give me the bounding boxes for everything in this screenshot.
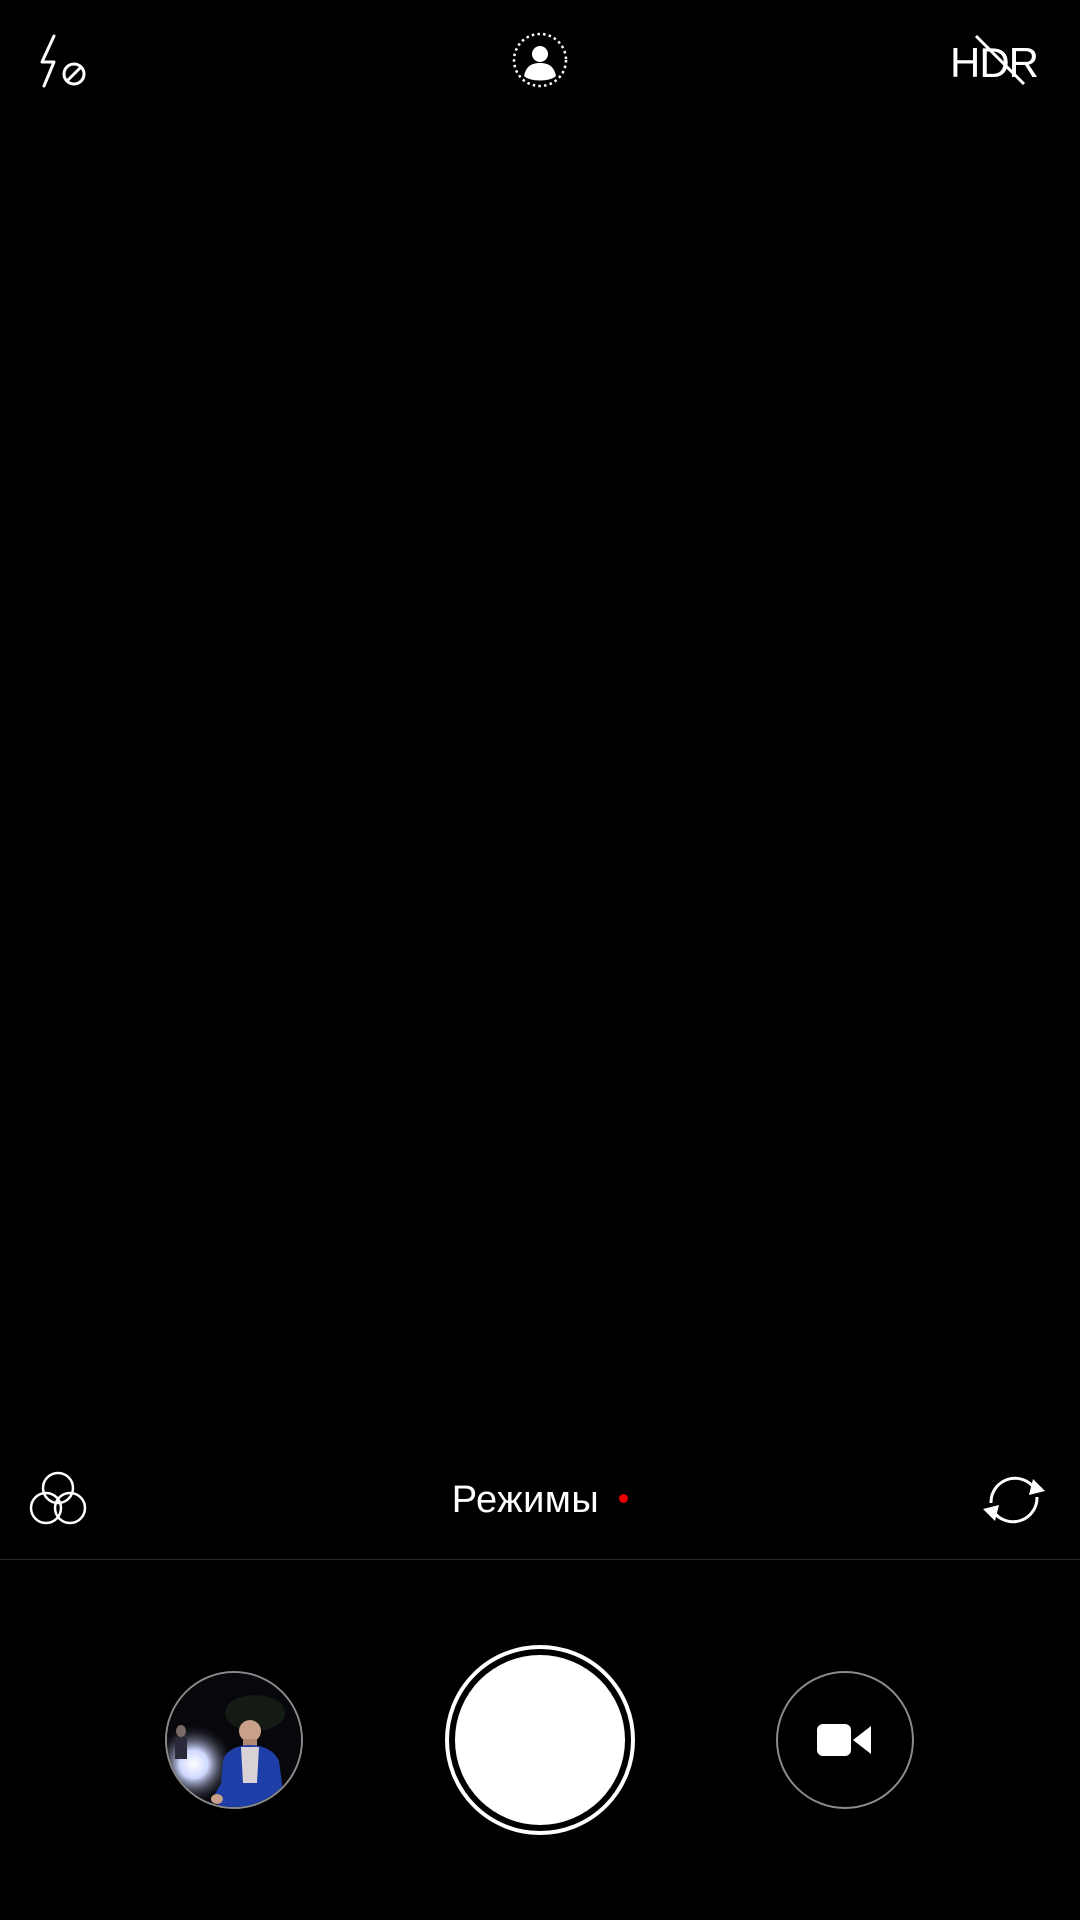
shutter-inner-circle (455, 1655, 625, 1825)
portrait-beauty-icon (510, 30, 570, 90)
mode-controls-row: Режимы (0, 1460, 1080, 1540)
camera-screen: HDR Режимы (0, 0, 1080, 1920)
modes-badge-dot (619, 1493, 629, 1503)
switch-camera-button[interactable] (974, 1460, 1054, 1540)
flash-toggle-button[interactable] (20, 20, 110, 100)
camera-viewfinder[interactable] (0, 120, 1080, 1440)
beauty-mode-button[interactable] (500, 20, 580, 100)
hdr-toggle-button[interactable]: HDR (940, 20, 1060, 100)
gallery-thumbnail (167, 1673, 301, 1807)
hdr-off-icon: HDR (950, 30, 1050, 90)
filters-icon (26, 1468, 90, 1532)
video-camera-icon (815, 1720, 875, 1760)
video-mode-button[interactable] (776, 1671, 914, 1809)
modes-button[interactable]: Режимы (430, 1460, 650, 1540)
shutter-button[interactable] (445, 1645, 635, 1835)
modes-label: Режимы (451, 1478, 600, 1521)
camera-switch-icon (977, 1467, 1051, 1533)
filters-button[interactable] (22, 1460, 94, 1540)
flash-off-icon (30, 30, 100, 90)
gallery-thumbnail-button[interactable] (165, 1671, 303, 1809)
controls-divider (0, 1559, 1080, 1560)
